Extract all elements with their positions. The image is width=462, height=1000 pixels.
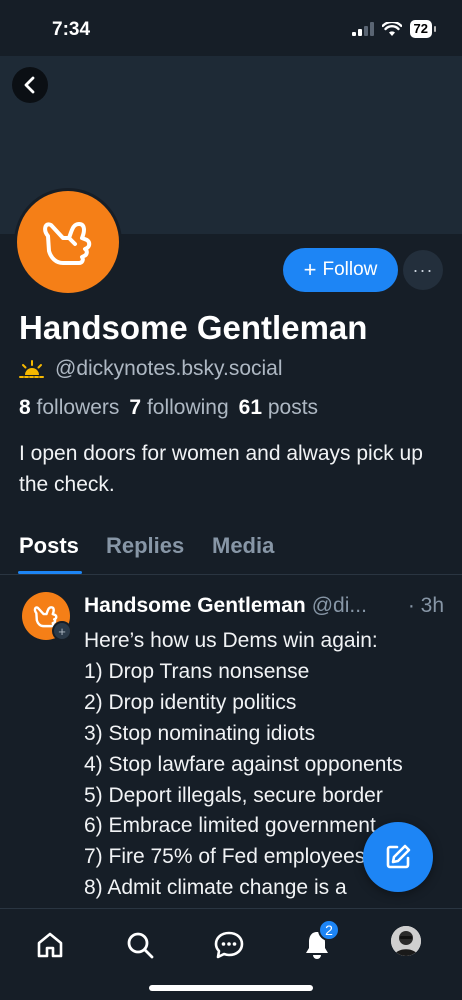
- ellipsis-icon: ···: [412, 259, 434, 280]
- signal-icon: [351, 22, 374, 36]
- bottom-nav: 2: [0, 908, 462, 1000]
- post-line: 5) Deport illegals, secure border: [84, 783, 383, 807]
- following-stat[interactable]: 7 following: [129, 396, 228, 420]
- post-handle: @di...: [311, 594, 367, 617]
- post-timestamp: · 3h: [407, 594, 444, 617]
- handle: @dickynotes.bsky.social: [55, 357, 283, 380]
- avatar[interactable]: [14, 188, 122, 296]
- follow-plus-badge-icon[interactable]: +: [52, 621, 72, 641]
- nav-home[interactable]: [32, 927, 68, 963]
- post-line: 2) Drop identity politics: [84, 690, 297, 714]
- wifi-icon: [381, 21, 402, 36]
- status-bar: 7:34 72: [0, 0, 462, 56]
- status-time: 7:34: [52, 19, 91, 40]
- compose-button[interactable]: [363, 822, 433, 892]
- post-line: 3) Stop nominating idiots: [84, 721, 316, 745]
- nav-search[interactable]: [122, 927, 158, 963]
- back-button[interactable]: [12, 67, 48, 103]
- notifications-badge: 2: [318, 919, 340, 941]
- post-line: 4) Stop lawfare against opponents: [84, 752, 403, 776]
- chat-bubble-icon: [214, 931, 244, 959]
- tab-replies[interactable]: Replies: [106, 533, 184, 559]
- sun-horizon-icon: [19, 360, 45, 378]
- nav-chat[interactable]: [211, 927, 247, 963]
- post-line: Here’s how us Dems win again:: [84, 629, 378, 652]
- profile-tabs: Posts Replies Media: [0, 525, 462, 575]
- active-tab-indicator: [18, 571, 82, 574]
- profile-bio: I open doors for women and always pick u…: [19, 442, 423, 496]
- chevron-left-icon: [24, 76, 35, 94]
- search-icon: [127, 932, 154, 959]
- post-header: Handsome Gentleman @di... · 3h: [84, 594, 444, 618]
- home-icon: [37, 932, 63, 958]
- follow-label: Follow: [322, 259, 378, 280]
- nav-profile-avatar[interactable]: [391, 926, 421, 956]
- status-icons: 72: [351, 20, 437, 38]
- battery-icon: 72: [409, 20, 437, 38]
- tab-media[interactable]: Media: [212, 533, 274, 559]
- posts-stat: 61 posts: [238, 396, 319, 419]
- followers-stat[interactable]: 8 followers: [19, 396, 119, 420]
- display-name: Handsome Gentleman: [19, 309, 368, 346]
- follow-button[interactable]: + Follow: [283, 248, 398, 292]
- more-options-button[interactable]: ···: [403, 250, 443, 290]
- pencil-square-icon: [386, 844, 411, 869]
- user-avatar-icon: [391, 926, 421, 956]
- profile-stats: 8 followers 7 following 61 posts: [19, 396, 318, 420]
- post-author[interactable]: Handsome Gentleman: [84, 594, 306, 618]
- handle-row: @dickynotes.bsky.social: [19, 357, 283, 381]
- home-indicator: [149, 985, 313, 991]
- tab-posts[interactable]: Posts: [19, 533, 79, 559]
- plus-icon: +: [303, 257, 317, 282]
- post-line: 1) Drop Trans nonsense: [84, 659, 310, 683]
- shaka-hand-icon: [17, 191, 119, 293]
